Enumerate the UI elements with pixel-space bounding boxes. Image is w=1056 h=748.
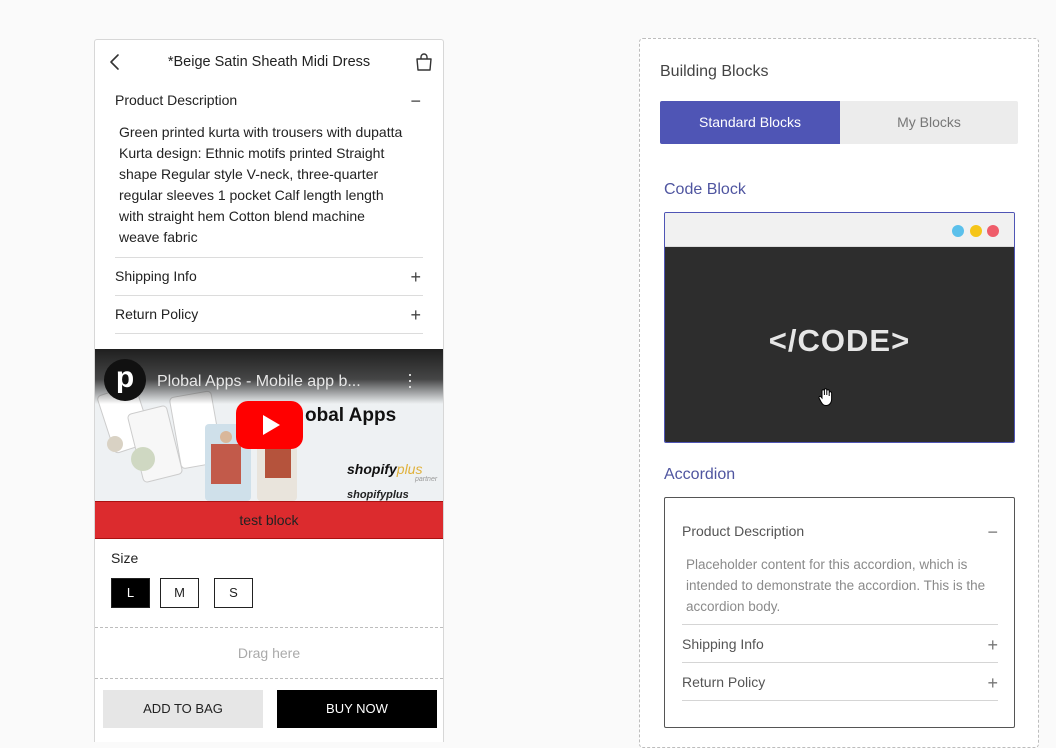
tab-my-blocks[interactable]: My Blocks [840,101,1018,144]
shopify-plus-logo: shopifyplus [347,461,422,477]
red-dot-icon [987,225,999,237]
accordion-return-policy[interactable]: Return Policy + [115,306,423,324]
divider [682,624,998,625]
plus-word: plus [396,461,423,477]
product-title: *Beige Satin Sheath Midi Dress [167,54,371,70]
back-arrow-icon[interactable] [107,53,123,71]
accordion-item-return-policy[interactable]: Return Policy + [682,674,998,692]
shopify-plus-logo-secondary: shopifyplus [347,489,409,501]
accordion-block-title: Accordion [664,466,736,483]
accordion-product-description[interactable]: Product Description − [115,92,423,110]
partner-label: partner [415,476,438,483]
video-brand-text: obal Apps [305,405,397,426]
size-option-m[interactable]: M [160,578,199,608]
expand-plus-icon[interactable]: + [987,674,998,692]
preview-header: *Beige Satin Sheath Midi Dress [95,40,443,84]
collapse-minus-icon[interactable]: − [987,523,998,541]
accordion-label: Shipping Info [115,268,197,284]
mobile-preview: *Beige Satin Sheath Midi Dress Product D… [94,39,444,742]
code-placeholder: </CODE> [768,323,911,358]
code-preview: </CODE> [665,247,1014,442]
youtube-video-embed[interactable]: p Plobal Apps - Mobile app b... · · · obal… [95,349,443,501]
more-options-icon[interactable]: · · · [407,365,413,395]
divider [115,257,423,258]
expand-plus-icon[interactable]: + [410,268,421,286]
code-block-card[interactable]: </CODE> [664,212,1015,443]
block-type-tabs: Standard Blocks My Blocks [660,101,1018,144]
size-option-l[interactable]: L [111,578,150,608]
shopping-bag-icon[interactable] [415,52,433,72]
drag-drop-zone[interactable]: Drag here [95,627,443,679]
yellow-dot-icon [970,225,982,237]
test-block[interactable]: test block [95,501,443,539]
grab-hand-cursor-icon [818,388,833,407]
divider [115,295,423,296]
video-title[interactable]: Plobal Apps - Mobile app b... [157,373,387,391]
size-label: Size [111,550,139,566]
divider [682,700,998,701]
accordion-body-text: Placeholder content for this accordion, … [686,557,986,614]
size-option-s[interactable]: S [214,578,253,608]
buy-now-button[interactable]: BUY NOW [277,690,437,728]
play-triangle [263,415,280,435]
building-blocks-panel: Building Blocks Standard Blocks My Block… [639,38,1039,748]
divider [682,662,998,663]
shopify-word: shopify [347,461,397,477]
expand-plus-icon[interactable]: + [410,306,421,324]
add-to-bag-button[interactable]: ADD TO BAG [103,690,263,728]
accordion-label: Return Policy [115,306,199,322]
accordion-block-card[interactable]: Product Description − Placeholder conten… [664,497,1015,728]
accordion-item-shipping-info[interactable]: Shipping Info + [682,636,998,654]
play-button-icon[interactable] [236,401,303,449]
accordion-label: Shipping Info [682,636,764,652]
panel-title: Building Blocks [660,63,769,80]
accordion-label: Product Description [682,523,805,539]
accordion-item-product-description[interactable]: Product Description − [682,523,998,541]
accordion-shipping-info[interactable]: Shipping Info + [115,268,423,286]
window-titlebar [665,213,1014,247]
divider [115,333,423,334]
tab-standard-blocks[interactable]: Standard Blocks [660,101,840,144]
collapse-minus-icon[interactable]: − [410,92,421,110]
blue-dot-icon [952,225,964,237]
expand-plus-icon[interactable]: + [987,636,998,654]
product-description-text: Green printed kurta with trousers with d… [119,124,403,245]
accordion-label: Return Policy [682,674,766,690]
accordion-label: Product Description [115,92,238,108]
channel-avatar[interactable]: p [104,359,146,401]
code-block-title: Code Block [664,181,746,198]
